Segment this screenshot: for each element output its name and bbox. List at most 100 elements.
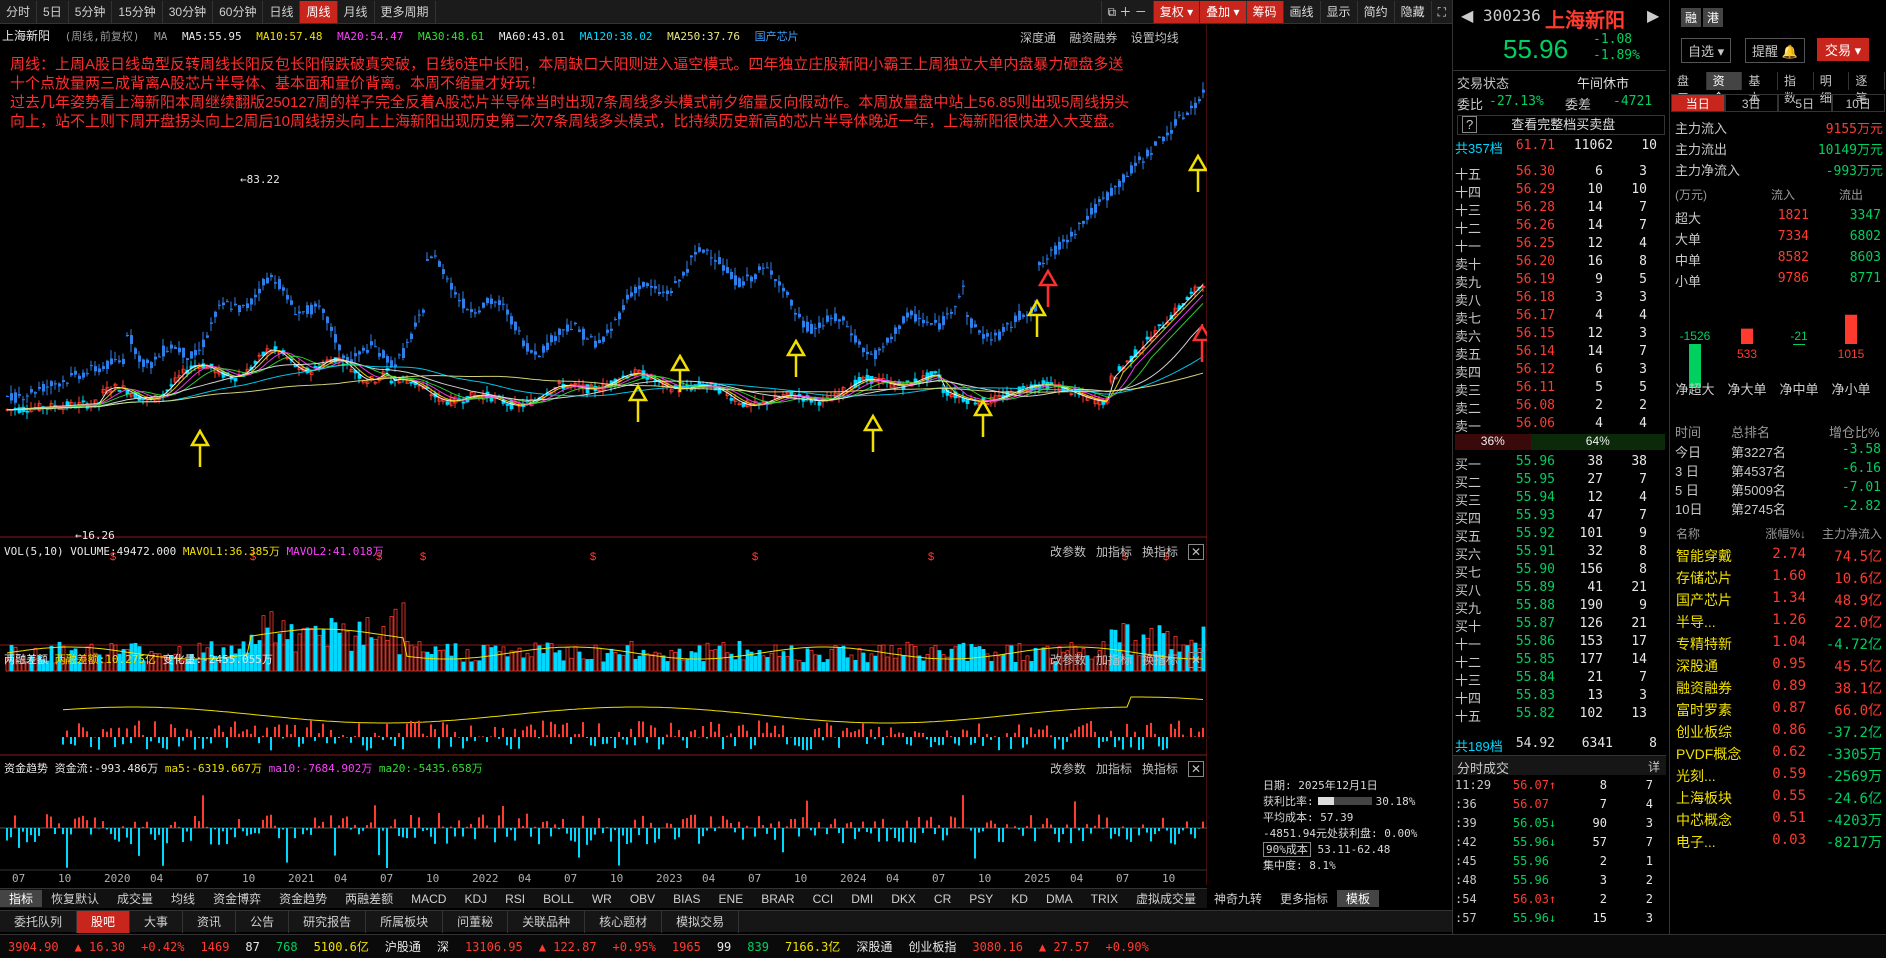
ma-settings-link[interactable]: 设置均线 xyxy=(1131,31,1179,45)
panel-button-0[interactable]: 改参数 xyxy=(1050,545,1086,559)
info-tab-8[interactable]: 关联品种 xyxy=(508,910,586,933)
period-tab-8[interactable]: 月线 xyxy=(338,0,375,23)
panel-button-0[interactable]: 改参数 xyxy=(1050,762,1086,776)
indicator-tab-1[interactable]: 恢复默认 xyxy=(42,890,108,907)
sector-row[interactable]: 中芯概念 0.51 -4203万 xyxy=(1676,810,1882,830)
close-icon[interactable]: ✕ xyxy=(1188,761,1205,777)
next-stock-icon[interactable]: ▶ xyxy=(1647,6,1659,26)
toolbar-right-3[interactable]: 画线 xyxy=(1282,1,1320,23)
period-tab-3[interactable]: 15分钟 xyxy=(112,0,163,23)
hk-badge[interactable]: 港 xyxy=(1703,8,1724,27)
sector-name[interactable]: 半导... xyxy=(1676,612,1754,632)
sector-row[interactable]: 存储芯片 1.60 10.6亿 xyxy=(1676,568,1882,588)
indicator-tab-17[interactable]: DMI xyxy=(842,892,882,906)
toolbar-right-5[interactable]: 简约 xyxy=(1356,1,1394,23)
indicator-tab-4[interactable]: 资金博弈 xyxy=(204,890,270,907)
indicator-tab-20[interactable]: PSY xyxy=(960,892,1002,906)
sector-name[interactable]: 国产芯片 xyxy=(1676,590,1754,610)
toolbar-right-6[interactable]: 隐藏 xyxy=(1393,1,1431,23)
sector-row[interactable]: 富时罗素 0.87 66.0亿 xyxy=(1676,700,1882,720)
ticks-more-button[interactable]: 详 xyxy=(1648,758,1660,775)
sector-name[interactable]: 深股通 xyxy=(1676,656,1754,676)
info-tab-5[interactable]: 研究报告 xyxy=(289,910,367,933)
trade-button[interactable]: 交易 ▾ xyxy=(1817,38,1870,61)
sector-row[interactable]: 电子... 0.03 -8217万 xyxy=(1676,832,1882,852)
indicator-tab-11[interactable]: WR xyxy=(583,892,621,906)
sector-row[interactable]: 融资融券 0.89 38.1亿 xyxy=(1676,678,1882,698)
indicator-tab-2[interactable]: 成交量 xyxy=(108,890,162,907)
sector-row[interactable]: 半导... 1.26 22.0亿 xyxy=(1676,612,1882,632)
sector-name[interactable]: 电子... xyxy=(1676,832,1754,852)
period-tab-1[interactable]: 3日 xyxy=(1724,94,1778,112)
period-tab-6[interactable]: 日线 xyxy=(263,0,301,23)
info-tab-10[interactable]: 模拟交易 xyxy=(662,910,740,933)
indicator-tab-0[interactable]: 指标 xyxy=(0,890,43,907)
indicator-tab-13[interactable]: BIAS xyxy=(664,892,709,906)
watchlist-button[interactable]: 自选 ▾ xyxy=(1681,38,1732,63)
period-tab-2[interactable]: 5分钟 xyxy=(69,0,113,23)
panel-button-2[interactable]: 换指标 xyxy=(1142,762,1178,776)
indicator-tab-22[interactable]: DMA xyxy=(1037,892,1082,906)
sector-name[interactable]: 中芯概念 xyxy=(1676,810,1754,830)
margin-link[interactable]: 融资融券 xyxy=(1069,31,1117,45)
period-tab-0[interactable]: 当日 xyxy=(1671,94,1725,112)
panel-button-1[interactable]: 加指标 xyxy=(1096,545,1132,559)
fund-tab-0[interactable]: 盘口 xyxy=(1671,72,1707,105)
sector-row[interactable]: 深股通 0.95 45.5亿 xyxy=(1676,656,1882,676)
toolbar-right-1[interactable]: 叠加 ▾ xyxy=(1199,1,1246,23)
margin-badge[interactable]: 融 xyxy=(1681,8,1702,27)
toolbar-right-0[interactable]: 复权 ▾ xyxy=(1152,1,1200,23)
fund-tab-3[interactable]: 指数 xyxy=(1778,72,1814,105)
indicator-tab-19[interactable]: CR xyxy=(925,892,960,906)
sector-name[interactable]: PVDF概念 xyxy=(1676,744,1754,764)
toolbar-right-2[interactable]: 筹码 xyxy=(1245,1,1283,23)
info-tab-3[interactable]: 资讯 xyxy=(183,910,237,933)
info-tab-6[interactable]: 所属板块 xyxy=(366,910,444,933)
indicator-tab-8[interactable]: KDJ xyxy=(455,892,496,906)
panel-button-1[interactable]: 加指标 xyxy=(1096,653,1132,667)
indicator-tab-24[interactable]: 虚拟成交量 xyxy=(1127,890,1205,907)
panel-button-2[interactable]: 换指标 xyxy=(1142,653,1178,667)
info-tab-9[interactable]: 核心题材 xyxy=(585,910,663,933)
full-book-button[interactable]: ? 查看完整档买卖盘 xyxy=(1457,115,1665,135)
sector-name[interactable]: 光刻... xyxy=(1676,766,1754,786)
info-tab-4[interactable]: 公告 xyxy=(236,910,290,933)
sector-row[interactable]: 光刻... 0.59 -2569万 xyxy=(1676,766,1882,786)
indicator-tab-3[interactable]: 均线 xyxy=(162,890,204,907)
indicator-tab-6[interactable]: 两融差额 xyxy=(336,890,402,907)
prev-stock-icon[interactable]: ◀ xyxy=(1461,6,1473,26)
sector-row[interactable]: 上海板块 0.55 -24.6亿 xyxy=(1676,788,1882,808)
fullscreen-icon[interactable]: ⛶ xyxy=(1430,1,1452,23)
period-tab-2[interactable]: 5日 xyxy=(1778,94,1832,112)
fund-tab-4[interactable]: 明细 xyxy=(1814,72,1850,105)
period-tab-0[interactable]: 分时 xyxy=(0,0,38,23)
info-tab-1[interactable]: 股吧 xyxy=(77,910,131,933)
indicator-tab-9[interactable]: RSI xyxy=(496,892,534,906)
indicator-tab-15[interactable]: BRAR xyxy=(752,892,803,906)
toolbar-right-4[interactable]: 显示 xyxy=(1319,1,1357,23)
concept-tag[interactable]: 国产芯片 xyxy=(755,31,799,43)
indicator-tab-18[interactable]: DKX xyxy=(882,892,925,906)
indicator-tab-25[interactable]: 神奇九转 xyxy=(1205,890,1271,907)
close-icon[interactable]: ✕ xyxy=(1188,544,1205,560)
close-icon[interactable]: ✕ xyxy=(1188,652,1205,668)
alert-button[interactable]: 提醒 🔔 xyxy=(1745,38,1805,63)
sector-name[interactable]: 上海板块 xyxy=(1676,788,1754,808)
indicator-tab-5[interactable]: 资金趋势 xyxy=(270,890,336,907)
indicator-tab-7[interactable]: MACD xyxy=(402,892,455,906)
panel-button-2[interactable]: 换指标 xyxy=(1142,545,1178,559)
sector-name[interactable]: 智能穿戴 xyxy=(1676,546,1754,566)
indicator-tab-21[interactable]: KD xyxy=(1002,892,1037,906)
period-tab-4[interactable]: 30分钟 xyxy=(163,0,214,23)
info-tab-2[interactable]: 大事 xyxy=(130,910,184,933)
sector-name[interactable]: 创业板综 xyxy=(1676,722,1754,742)
panel-button-0[interactable]: 改参数 xyxy=(1050,653,1086,667)
sector-row[interactable]: 创业板综 0.86 -37.2亿 xyxy=(1676,722,1882,742)
period-tab-3[interactable]: 10日 xyxy=(1831,94,1885,112)
depth-link[interactable]: 深度通 xyxy=(1020,31,1056,45)
fund-tab-2[interactable]: 基本 xyxy=(1742,72,1779,105)
period-tab-1[interactable]: 5日 xyxy=(37,0,69,23)
period-tab-7[interactable]: 周线 xyxy=(300,0,338,23)
sector-row[interactable]: 国产芯片 1.34 48.9亿 xyxy=(1676,590,1882,610)
indicator-tab-26[interactable]: 更多指标 xyxy=(1271,890,1337,907)
